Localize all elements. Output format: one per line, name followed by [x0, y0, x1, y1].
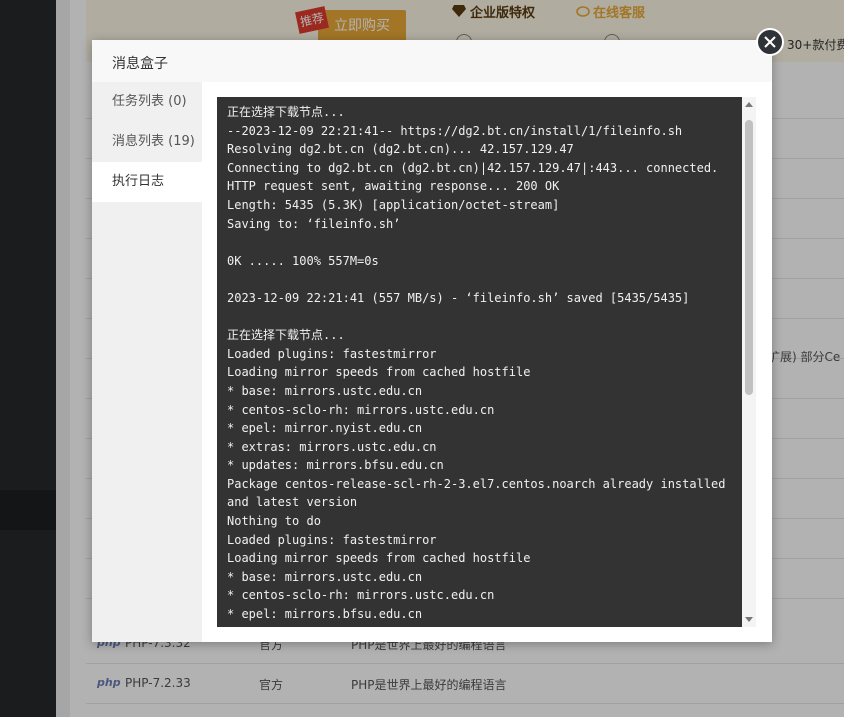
log-line: * centos-sclo-rh: mirrors.ustc.edu.cn — [227, 588, 495, 603]
log-console[interactable]: 正在选择下载节点... --2023-12-09 22:21:41-- http… — [217, 97, 742, 627]
log-line: Nothing to do — [227, 514, 321, 529]
log-line: Resolving dg2.bt.cn (dg2.bt.cn)... 42.15… — [227, 142, 574, 157]
log-line: * base: mirrors.ustc.edu.cn — [227, 383, 423, 398]
log-line: Package centos-release-scl-rh-2-3.el7.ce… — [227, 476, 726, 491]
dialog-content: 正在选择下载节点... --2023-12-09 22:21:41-- http… — [202, 82, 772, 642]
log-line: * epel: mirrors.bfsu.edu.cn — [227, 607, 423, 622]
log-line: * base: mirrors.ustc.edu.cn — [227, 569, 423, 584]
dialog-header: 消息盒子 — [92, 40, 772, 83]
log-line: Loading mirror speeds from cached hostfi… — [227, 365, 531, 380]
menu-item-execution-log[interactable]: 执行日志 — [92, 162, 202, 202]
menu-item-task-list[interactable]: 任务列表 (0) — [92, 82, 202, 122]
log-line: 正在选择下载节点... — [227, 328, 345, 343]
scroll-up-arrow-icon[interactable] — [745, 102, 753, 107]
dialog-menu: 任务列表 (0) 消息列表 (19) 执行日志 — [92, 82, 202, 642]
log-line: Loaded plugins: fastestmirror — [227, 346, 437, 361]
log-line: and latest version — [227, 495, 358, 510]
log-line: * centos-sclo-rh: mirrors.ustc.edu.cn — [227, 402, 495, 417]
log-line: 正在选择下载节点... — [227, 105, 345, 119]
close-button[interactable] — [756, 28, 784, 56]
log-line: HTTP request sent, awaiting response... … — [227, 179, 560, 194]
message-box-dialog: 消息盒子 任务列表 (0) 消息列表 (19) 执行日志 正在选择下载节点...… — [92, 40, 772, 642]
log-output: 正在选择下载节点... --2023-12-09 22:21:41-- http… — [217, 97, 742, 627]
menu-item-message-list[interactable]: 消息列表 (19) — [92, 122, 202, 162]
log-line: * epel: mirror.nyist.edu.cn — [227, 421, 423, 436]
log-line: * updates: mirrors.bfsu.edu.cn — [227, 458, 444, 473]
scroll-down-arrow-icon[interactable] — [745, 617, 753, 622]
log-line: Saving to: ‘fileinfo.sh’ — [227, 216, 401, 231]
log-line: --2023-12-09 22:21:41-- https://dg2.bt.c… — [227, 123, 683, 138]
console-scrollbar[interactable] — [742, 97, 756, 627]
log-line: 2023-12-09 22:21:41 (557 MB/s) - ‘filein… — [227, 290, 690, 305]
log-line: * extras: mirrors.ustc.edu.cn — [227, 439, 437, 454]
log-line: Loading mirror speeds from cached hostfi… — [227, 551, 531, 566]
close-icon — [764, 36, 776, 48]
log-line: Length: 5435 (5.3K) [application/octet-s… — [227, 197, 560, 212]
log-line: Connecting to dg2.bt.cn (dg2.bt.cn)|42.1… — [227, 160, 719, 175]
log-line: 0K ..... 100% 557M=0s — [227, 253, 379, 268]
log-line: Loaded plugins: fastestmirror — [227, 532, 437, 547]
scroll-thumb[interactable] — [745, 120, 753, 395]
dialog-title: 消息盒子 — [112, 56, 168, 72]
